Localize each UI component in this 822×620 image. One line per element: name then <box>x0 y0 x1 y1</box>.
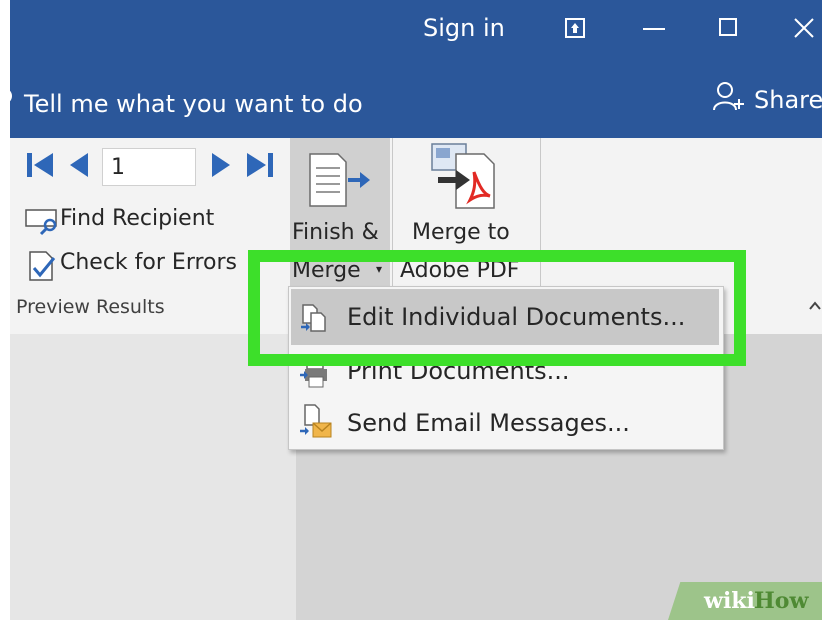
check-errors-icon <box>29 251 56 281</box>
check-for-errors-label: Check for Errors <box>60 250 237 275</box>
previous-record-icon[interactable] <box>68 150 92 180</box>
watermark-wiki: wiki <box>704 588 755 614</box>
find-recipient-label: Find Recipient <box>60 206 215 231</box>
record-number-value: 1 <box>111 155 125 180</box>
record-number-input[interactable]: 1 <box>102 148 196 186</box>
menu-item-label: Send Email Messages... <box>347 409 630 437</box>
tell-me-search[interactable]: Tell me what you want to do <box>24 90 363 118</box>
ribbon-display-options-icon[interactable] <box>565 18 585 38</box>
check-for-errors-button[interactable]: Check for Errors <box>20 248 256 282</box>
maximize-icon[interactable] <box>719 18 737 36</box>
collapse-ribbon-icon[interactable] <box>808 298 822 312</box>
preview-results-group-label: Preview Results <box>16 296 165 318</box>
navigation-pane <box>10 334 296 620</box>
merge-pdf-label-line1: Merge to <box>412 220 510 245</box>
find-recipient-button[interactable]: Find Recipient <box>20 204 252 238</box>
tell-me-bar: Tell me what you want to do Share <box>0 60 822 138</box>
share-person-icon[interactable] <box>712 80 744 114</box>
adobe-pdf-icon <box>431 143 495 209</box>
email-messages-icon <box>300 404 332 438</box>
lightbulb-icon <box>0 86 16 110</box>
close-icon[interactable] <box>792 16 816 40</box>
share-button[interactable]: Share <box>754 86 822 114</box>
watermark-how: How <box>754 588 809 614</box>
green-highlight-box <box>248 250 746 366</box>
finish-merge-label-line1: Finish & <box>292 220 379 245</box>
last-record-icon[interactable] <box>245 150 275 180</box>
wikihow-watermark: wiki How <box>668 582 822 620</box>
minimize-icon[interactable] <box>643 28 665 30</box>
finish-merge-icon <box>309 153 370 207</box>
first-record-icon[interactable] <box>25 150 55 180</box>
sign-in-link[interactable]: Sign in <box>423 14 505 42</box>
find-recipient-icon <box>25 209 57 236</box>
title-bar: Sign in <box>10 0 822 60</box>
menu-item-send-email-messages[interactable]: Send Email Messages... <box>291 399 719 447</box>
next-record-icon[interactable] <box>208 150 232 180</box>
